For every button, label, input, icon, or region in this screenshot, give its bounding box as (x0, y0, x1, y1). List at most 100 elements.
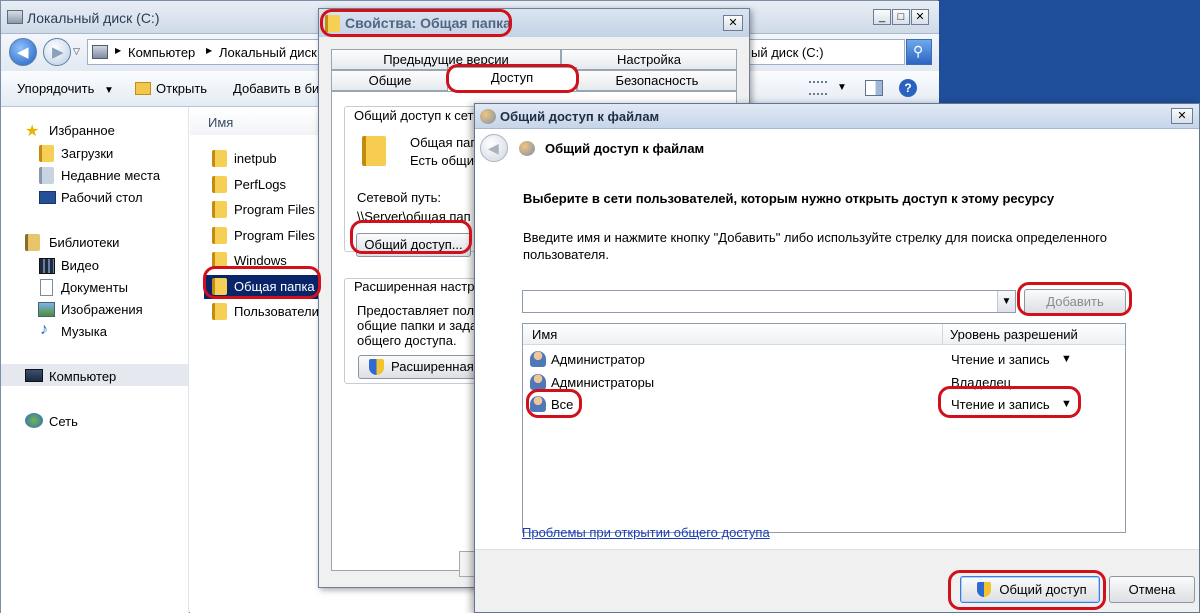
pictures-icon (38, 302, 55, 317)
properties-close-button[interactable]: ✕ (723, 15, 743, 31)
explorer-window-title: Локальный диск (C:) (27, 10, 160, 26)
close-button[interactable]: ✕ (911, 9, 929, 25)
organize-label: Упорядочить (17, 81, 95, 96)
view-options-icon[interactable] (809, 81, 827, 95)
view-dropdown-icon[interactable]: ▼ (837, 82, 847, 93)
tab-general-label: Общие (368, 73, 412, 88)
column-header-name[interactable]: Имя (190, 109, 320, 135)
address-box[interactable]: ▶ Компьютер ▶ Локальный диск (87, 39, 337, 65)
minimize-button[interactable]: _ (873, 9, 891, 25)
permission-level: Владелец (951, 374, 1012, 390)
file-sharing-window-title: Общий доступ к файлам (500, 109, 660, 124)
preview-pane-icon[interactable] (865, 80, 883, 96)
permission-dropdown-icon[interactable]: ▼ (1061, 398, 1072, 410)
tab-security-label: Безопасность (615, 73, 699, 88)
folder-icon (212, 150, 227, 167)
tab-general[interactable]: Общие (331, 70, 449, 91)
permission-row[interactable]: Все Чтение и запись ▼ (523, 393, 1125, 415)
share-hint-line2: пользователя. (523, 247, 609, 262)
folder-icon (212, 175, 227, 193)
column-header-permission-level[interactable]: Уровень разрешений (943, 324, 1125, 345)
back-arrow-icon: ◀ (17, 44, 29, 61)
nav-downloads[interactable]: Загрузки (61, 146, 113, 161)
nav-desktop[interactable]: Рабочий стол (61, 190, 143, 205)
column-header-user[interactable]: Имя (523, 324, 943, 345)
open-button[interactable]: Открыть (135, 81, 207, 96)
file-row[interactable]: inetpub (204, 147, 322, 171)
nav-libraries[interactable]: Библиотеки (49, 235, 119, 250)
file-sharing-close-button[interactable]: ✕ (1171, 108, 1193, 124)
libraries-icon (25, 234, 40, 251)
users-icon (480, 109, 496, 124)
computer-icon (25, 369, 43, 382)
wizard-back-button[interactable]: ◀ (480, 134, 508, 162)
file-row[interactable]: Program Files (: (204, 224, 326, 248)
folder-share-status: Есть общи (410, 153, 474, 168)
folder-icon (212, 201, 227, 218)
nav-favorites[interactable]: Избранное (49, 123, 115, 138)
folder-name: Общая папк (410, 135, 484, 150)
file-sharing-dialog: Общий доступ к файлам ✕ ◀ Общий доступ к… (474, 103, 1200, 613)
tab-sharing[interactable]: Доступ (447, 67, 577, 92)
file-row-label: Общая папка (234, 278, 315, 294)
advanced-desc-line2: общие папки и зада (357, 318, 478, 333)
search-button[interactable]: ⚲ (906, 39, 932, 65)
back-button[interactable]: ◀ (9, 38, 37, 66)
add-user-button[interactable]: Добавить (1024, 289, 1126, 314)
file-row-label: Program Files (: (234, 227, 327, 243)
open-folder-icon (135, 82, 151, 95)
folder-icon (325, 15, 340, 32)
tab-security[interactable]: Безопасность (577, 70, 737, 91)
nav-video[interactable]: Видео (61, 258, 99, 273)
permission-dropdown-icon[interactable]: ▼ (1061, 353, 1072, 365)
shared-folder-icon (362, 136, 386, 166)
breadcrumb-local-disk[interactable]: Локальный диск (219, 45, 317, 60)
file-row[interactable]: Общая папка (204, 274, 322, 299)
advanced-sharing-label: Расширенная (391, 359, 474, 374)
tab-customize-label: Настройка (617, 52, 681, 67)
desktop-icon (39, 191, 56, 204)
nav-computer[interactable]: Компьютер (49, 369, 116, 384)
permission-level[interactable]: Чтение и запись (951, 352, 1050, 367)
permission-user-name: Администратор (551, 352, 645, 367)
sharing-problems-link[interactable]: Проблемы при открытии общего доступа (522, 525, 770, 540)
permission-level[interactable]: Чтение и запись (951, 397, 1050, 412)
file-row-label: PerfLogs (234, 176, 287, 192)
organize-button[interactable]: Упорядочить ▼ (17, 81, 114, 96)
nav-pictures[interactable]: Изображения (61, 302, 143, 317)
permission-row[interactable]: Администраторы Владелец (523, 371, 1125, 393)
tab-sharing-label: Доступ (490, 70, 534, 85)
tab-customize[interactable]: Настройка (561, 49, 737, 70)
folder-icon (212, 303, 227, 320)
breadcrumb-computer[interactable]: Компьютер (128, 45, 195, 60)
folder-icon (212, 277, 227, 295)
permissions-list: Имя Уровень разрешений Администратор Чтен… (522, 323, 1126, 533)
file-row[interactable]: Пользователи (204, 300, 322, 324)
share-confirm-button[interactable]: Общий доступ (960, 576, 1100, 603)
column-header-permission-level-label: Уровень разрешений (950, 327, 1078, 342)
nav-music[interactable]: Музыка (61, 324, 107, 339)
file-sharing-header: ◀ Общий доступ к файлам (475, 129, 1199, 169)
user-name-input[interactable]: ▼ (522, 290, 1016, 313)
file-sharing-title-bar: Общий доступ к файлам ✕ (475, 104, 1199, 129)
shield-icon (369, 359, 384, 375)
maximize-button[interactable]: □ (892, 9, 910, 25)
user-dropdown-arrow-icon[interactable]: ▼ (997, 291, 1015, 312)
help-icon[interactable]: ? (899, 79, 917, 97)
nav-recent-places[interactable]: Недавние места (61, 168, 160, 183)
file-row[interactable]: Windows (204, 249, 322, 273)
nav-documents[interactable]: Документы (61, 280, 128, 295)
search-box[interactable]: ый диск (C:) (749, 39, 905, 65)
advanced-desc-line1: Предоставляет пол (357, 303, 475, 318)
file-sharing-body: Выберите в сети пользователей, которым н… (475, 169, 1199, 549)
share-button[interactable]: Общий доступ... (356, 233, 471, 257)
add-to-library-button[interactable]: Добавить в би (233, 81, 319, 96)
dropdown-arrow-icon: ▼ (103, 85, 114, 96)
file-row[interactable]: PerfLogs (204, 173, 322, 197)
cancel-button[interactable]: Отмена (1109, 576, 1195, 603)
file-row[interactable]: Program Files (204, 198, 322, 222)
nav-network[interactable]: Сеть (49, 414, 78, 429)
recent-pages-chevron-icon[interactable]: ▽ (73, 46, 80, 57)
forward-button[interactable]: ▶ (43, 38, 71, 66)
permission-row[interactable]: Администратор Чтение и запись ▼ (523, 348, 1125, 370)
